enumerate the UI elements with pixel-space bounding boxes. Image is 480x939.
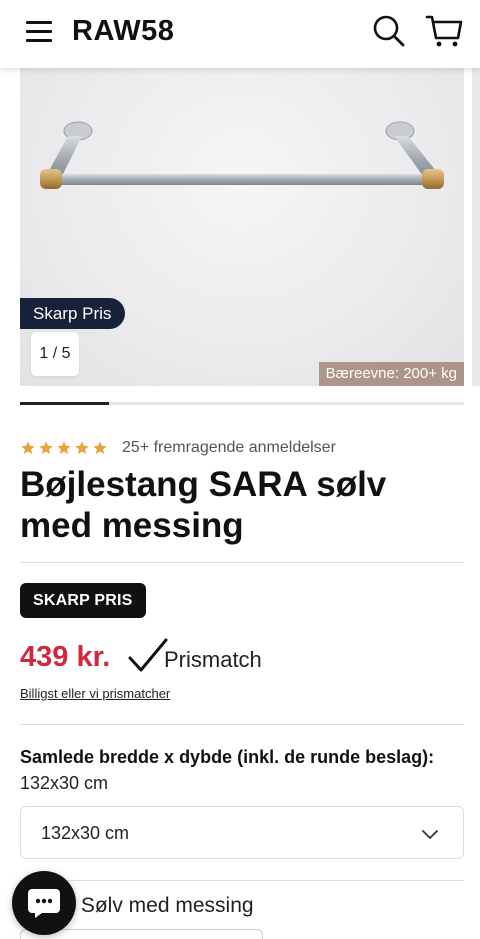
chat-icon — [28, 889, 60, 918]
capacity-label: Bæreevne: 200+ kg — [318, 362, 464, 386]
site-header: RAW58 — [0, 0, 480, 68]
size-option-value: 132x30 cm — [20, 773, 109, 793]
next-image-preview[interactable] — [472, 68, 480, 386]
search-icon[interactable] — [372, 14, 406, 48]
divider — [20, 880, 464, 881]
product-image-gallery[interactable]: Skarp Pris 1 / 5 Bæreevne: 200+ kg — [20, 68, 464, 386]
star-rating — [20, 440, 108, 456]
chevron-down-icon — [422, 830, 438, 839]
reviews-text[interactable]: 25+ fremragende anmeldelser — [122, 439, 336, 457]
checkmark-icon — [128, 638, 168, 672]
star-icon — [57, 441, 71, 454]
star-icon — [21, 441, 35, 454]
image-counter: 1 / 5 — [31, 332, 79, 376]
hamburger-menu-icon[interactable] — [26, 21, 52, 42]
color-option-label: : Sølv med messing — [68, 894, 254, 918]
star-icon — [93, 441, 107, 454]
divider — [20, 562, 464, 563]
size-select-value: 132x30 cm — [41, 823, 130, 843]
sale-badge: SKARP PRIS — [20, 583, 146, 618]
divider — [20, 724, 464, 725]
prismatch-label: Prismatch — [164, 647, 262, 672]
gallery-progress-fill — [20, 402, 109, 405]
color-option-value: Sølv med messing — [80, 894, 254, 917]
gallery-progress-bar — [20, 402, 464, 405]
product-image — [40, 121, 444, 189]
prismatch-link[interactable]: Billigst eller vi prismatcher — [20, 686, 170, 701]
sale-tag: Skarp Pris — [20, 298, 126, 329]
rating-row[interactable]: 25+ fremragende anmeldelser — [20, 438, 336, 458]
size-select[interactable]: 132x30 cm — [20, 806, 464, 859]
chat-button[interactable] — [12, 871, 76, 935]
shopping-cart-icon[interactable] — [425, 14, 463, 48]
star-icon — [39, 441, 53, 454]
prismatch-logo: Prismatch — [128, 636, 262, 676]
site-logo[interactable]: RAW58 — [72, 15, 174, 48]
size-option-label: Samlede bredde x dybde (inkl. de runde b… — [20, 747, 435, 767]
product-title: Bøjlestang SARA sølv med messing — [20, 465, 387, 545]
product-price: 439 kr. — [20, 641, 111, 673]
star-icon — [75, 441, 89, 454]
